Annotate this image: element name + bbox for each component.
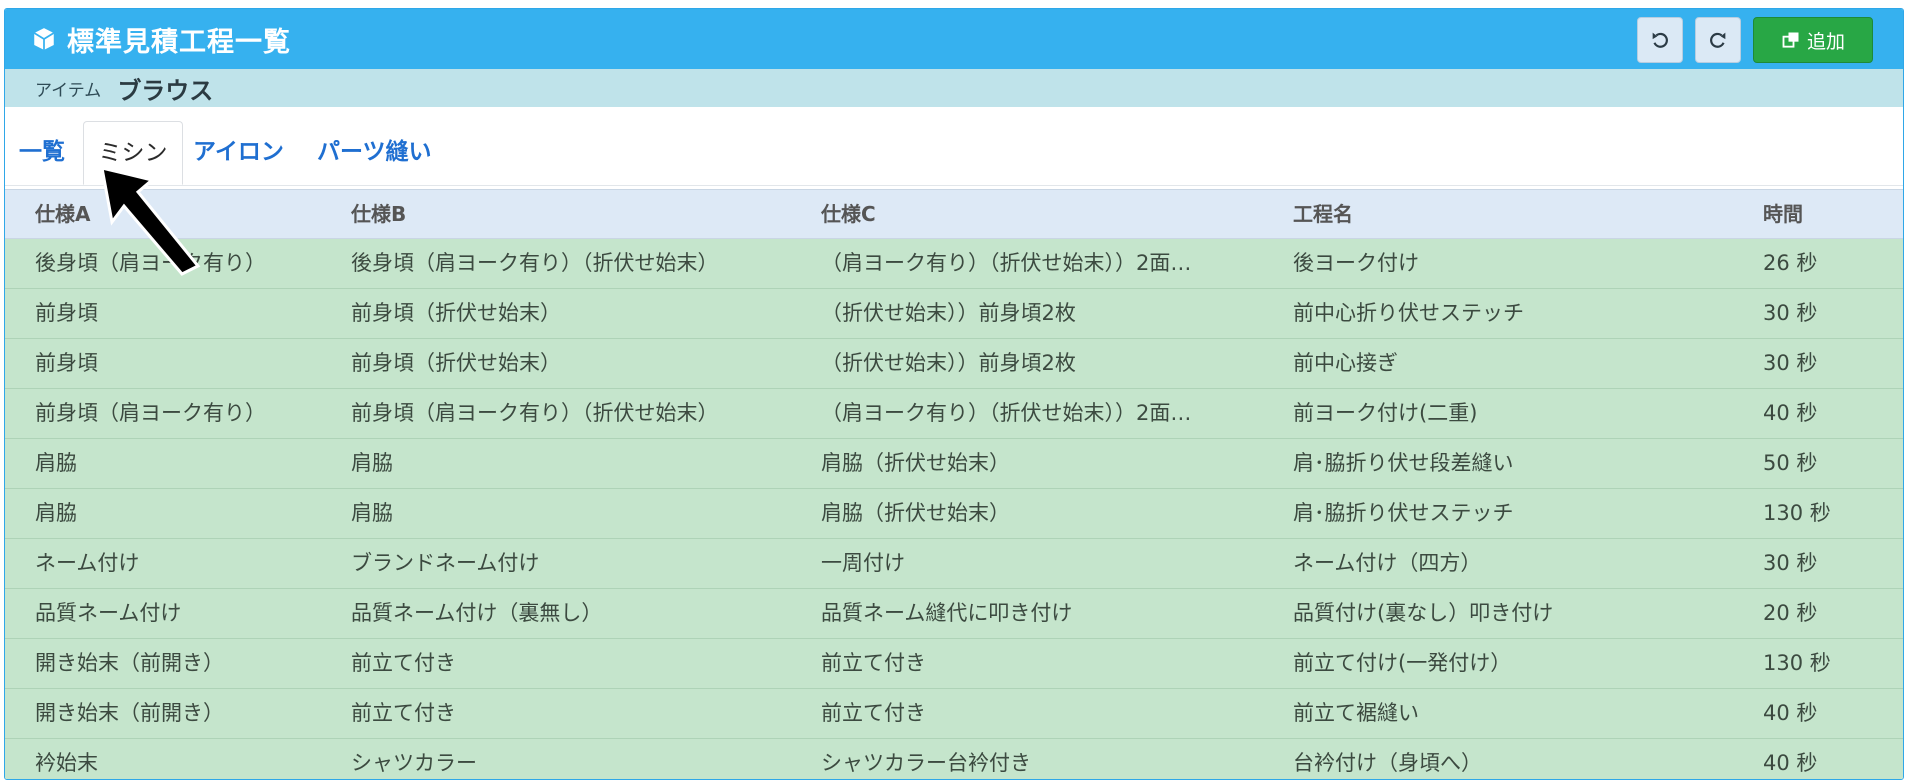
cell-spec-b: シャツカラー <box>351 751 477 775</box>
cell-time: 40 秒 <box>1763 401 1818 425</box>
column-header-spec-b[interactable]: 仕様B <box>351 190 811 238</box>
undo-icon <box>1652 32 1668 48</box>
cell-spec-c: （折伏せ始末））前身頃2枚 <box>821 301 1076 325</box>
cell-spec-b: 前身頃（肩ヨーク有り）（折伏せ始末） <box>351 401 719 425</box>
table-row[interactable]: ネーム付け ブランドネーム付け 一周付け ネーム付け（四方） 30 秒 <box>5 539 1903 589</box>
add-button-label: 追加 <box>1806 30 1845 53</box>
table-row[interactable]: 肩脇 肩脇 肩脇（折伏せ始末） 肩･脇折り伏せステッチ 130 秒 <box>5 489 1903 539</box>
cell-spec-b: 前立て付き <box>351 701 456 725</box>
cell-spec-a: ネーム付け <box>35 551 140 575</box>
column-header-spec-a[interactable]: 仕様A <box>35 190 335 238</box>
cell-spec-b: 肩脇 <box>351 501 393 525</box>
cell-spec-b: ブランドネーム付け <box>351 551 540 575</box>
table-row[interactable]: 衿始末 シャツカラー シャツカラー台衿付き 台衿付け（身頃へ） 40 秒 <box>5 739 1903 779</box>
cell-process-name: ネーム付け（四方） <box>1293 551 1482 575</box>
process-table: 仕様A 仕様B 仕様C 工程名 時間 後身頃（肩ヨーク有り） 後身頃（肩ヨーク有り… <box>5 189 1903 779</box>
cell-spec-c: （折伏せ始末））前身頃2枚 <box>821 351 1076 375</box>
cell-spec-a: 品質ネーム付け <box>35 601 182 625</box>
cell-spec-b: 品質ネーム付け（裏無し） <box>351 601 603 625</box>
table-body: 後身頃（肩ヨーク有り） 後身頃（肩ヨーク有り）（折伏せ始末） （肩ヨーク有り）（折伏… <box>5 239 1903 779</box>
cell-spec-c: 肩脇（折伏せ始末） <box>821 451 1010 475</box>
column-header-process-name[interactable]: 工程名 <box>1293 190 1753 238</box>
cell-spec-a: 前身頃 <box>35 351 98 375</box>
cell-spec-a: 後身頃（肩ヨーク有り） <box>35 251 266 275</box>
cell-process-name: 前立て付け(一発付け） <box>1293 651 1512 675</box>
cell-spec-c: （肩ヨーク有り）（折伏せ始末））2面… <box>821 251 1192 275</box>
cell-process-name: 前中心折り伏せステッチ <box>1293 301 1524 325</box>
cell-spec-b: 前身頃（折伏せ始末） <box>351 301 561 325</box>
cell-spec-b: 前身頃（折伏せ始末） <box>351 351 561 375</box>
cell-spec-b: 後身頃（肩ヨーク有り）（折伏せ始末） <box>351 251 719 275</box>
tab-list[interactable]: 一覧 <box>19 121 65 183</box>
table-row[interactable]: 開き始末（前開き） 前立て付き 前立て付き 前立て裾縫い 40 秒 <box>5 689 1903 739</box>
cell-spec-c: （肩ヨーク有り）（折伏せ始末））2面… <box>821 401 1192 425</box>
panel-header: 標準見積工程一覧 追加 <box>5 9 1903 69</box>
cell-spec-a: 前身頃（肩ヨーク有り） <box>35 401 266 425</box>
cell-spec-c: シャツカラー台衿付き <box>821 751 1031 775</box>
cell-spec-b: 前立て付き <box>351 651 456 675</box>
cell-process-name: 後ヨーク付け <box>1293 251 1419 275</box>
item-value: ブラウス <box>117 76 214 105</box>
cell-process-name: 肩･脇折り伏せ段差縫い <box>1293 451 1514 475</box>
cell-spec-c: 前立て付き <box>821 701 926 725</box>
table-header: 仕様A 仕様B 仕様C 工程名 時間 <box>5 190 1903 239</box>
cell-spec-a: 衿始末 <box>35 751 98 775</box>
cell-spec-a: 開き始末（前開き） <box>35 701 224 725</box>
undo-button[interactable] <box>1637 17 1683 63</box>
table-row[interactable]: 前身頃 前身頃（折伏せ始末） （折伏せ始末））前身頃2枚 前中心折り伏せステッチ 30 … <box>5 289 1903 339</box>
cell-process-name: 前中心接ぎ <box>1293 351 1398 375</box>
table-row[interactable]: 後身頃（肩ヨーク有り） 後身頃（肩ヨーク有り）（折伏せ始末） （肩ヨーク有り）（折伏… <box>5 239 1903 289</box>
cube-icon <box>33 28 55 50</box>
table-row[interactable]: 開き始末（前開き） 前立て付き 前立て付き 前立て付け(一発付け） 130 秒 <box>5 639 1903 689</box>
cell-time: 26 秒 <box>1763 251 1818 275</box>
cell-process-name: 品質付け(裏なし）叩き付け <box>1293 601 1554 625</box>
table-row[interactable]: 前身頃 前身頃（折伏せ始末） （折伏せ始末））前身頃2枚 前中心接ぎ 30 秒 <box>5 339 1903 389</box>
redo-icon <box>1710 32 1726 48</box>
column-header-time[interactable]: 時間 <box>1763 190 1883 238</box>
cell-time: 30 秒 <box>1763 351 1818 375</box>
cell-time: 130 秒 <box>1763 651 1831 675</box>
page-title: 標準見積工程一覧 <box>31 23 291 58</box>
cell-time: 40 秒 <box>1763 701 1818 725</box>
tab-iron[interactable]: アイロン <box>193 121 284 183</box>
cell-process-name: 前ヨーク付け(二重) <box>1293 401 1478 425</box>
column-header-spec-c[interactable]: 仕様C <box>821 190 1271 238</box>
table-row[interactable]: 品質ネーム付け 品質ネーム付け（裏無し） 品質ネーム縫代に叩き付け 品質付け(裏なし）… <box>5 589 1903 639</box>
cell-spec-a: 肩脇 <box>35 451 77 475</box>
process-list-panel: 標準見積工程一覧 追加 アイテム ブラウス 一覧 ミシン アイロン パーツ縫い … <box>4 8 1904 780</box>
add-button[interactable]: 追加 <box>1753 17 1873 63</box>
cell-process-name: 台衿付け（身頃へ） <box>1293 751 1482 775</box>
cell-time: 30 秒 <box>1763 301 1818 325</box>
cell-time: 20 秒 <box>1763 601 1818 625</box>
tab-sewing-machine[interactable]: ミシン <box>83 121 183 185</box>
cell-spec-c: 肩脇（折伏せ始末） <box>821 501 1010 525</box>
page-title-text: 標準見積工程一覧 <box>67 26 291 58</box>
cell-process-name: 前立て裾縫い <box>1293 701 1419 725</box>
tab-parts-sewing[interactable]: パーツ縫い <box>317 121 432 183</box>
add-window-icon <box>1782 32 1799 48</box>
cell-spec-c: 品質ネーム縫代に叩き付け <box>821 601 1073 625</box>
cell-time: 30 秒 <box>1763 551 1818 575</box>
item-bar: アイテム ブラウス <box>5 69 1903 107</box>
redo-button[interactable] <box>1695 17 1741 63</box>
cell-spec-c: 前立て付き <box>821 651 926 675</box>
cell-time: 40 秒 <box>1763 751 1818 775</box>
item-label: アイテム <box>35 80 102 101</box>
tab-bar: 一覧 ミシン アイロン パーツ縫い <box>5 107 1903 186</box>
cell-process-name: 肩･脇折り伏せステッチ <box>1293 501 1514 525</box>
cell-spec-b: 肩脇 <box>351 451 393 475</box>
cell-time: 50 秒 <box>1763 451 1818 475</box>
table-row[interactable]: 前身頃（肩ヨーク有り） 前身頃（肩ヨーク有り）（折伏せ始末） （肩ヨーク有り）（折伏… <box>5 389 1903 439</box>
table-row[interactable]: 肩脇 肩脇 肩脇（折伏せ始末） 肩･脇折り伏せ段差縫い 50 秒 <box>5 439 1903 489</box>
cell-spec-c: 一周付け <box>821 551 905 575</box>
cell-spec-a: 肩脇 <box>35 501 77 525</box>
cell-spec-a: 前身頃 <box>35 301 98 325</box>
cell-time: 130 秒 <box>1763 501 1831 525</box>
cell-spec-a: 開き始末（前開き） <box>35 651 224 675</box>
